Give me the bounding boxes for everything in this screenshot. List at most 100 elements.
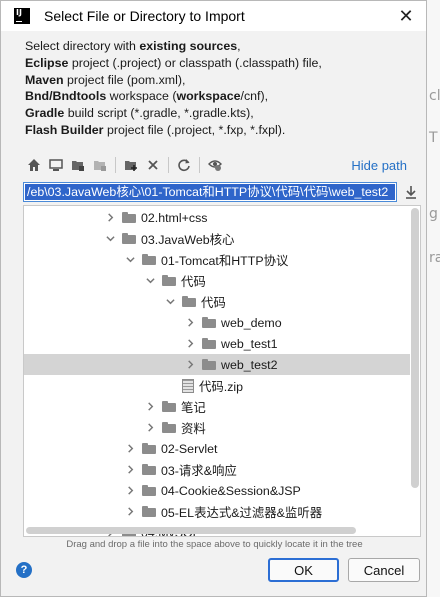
delete-button[interactable] — [142, 154, 164, 176]
background-window-strip: cl T g ra — [425, 0, 440, 597]
desc-line-1: Select directory with existing sources, — [25, 39, 241, 53]
folder-icon — [122, 233, 136, 244]
background-fragment: ra — [429, 250, 440, 266]
tree-row-label: web_demo — [221, 315, 282, 330]
chevron-right-icon[interactable] — [124, 443, 136, 455]
tree-row[interactable]: 02.html+css — [24, 207, 410, 228]
tree-row-label: web_test1 — [221, 336, 278, 351]
refresh-button[interactable] — [173, 154, 195, 176]
desktop-button[interactable] — [45, 154, 67, 176]
tree-row[interactable]: 资料 — [24, 417, 410, 438]
chevron-down-icon[interactable] — [104, 233, 116, 245]
delete-icon — [148, 160, 158, 170]
chevron-down-icon[interactable] — [164, 296, 176, 308]
background-fragment: cl — [429, 88, 440, 104]
path-row: /eb\03.JavaWeb核心\01-Tomcat和HTTP协议\代码\代码\… — [23, 181, 421, 203]
folder-icon — [202, 317, 216, 328]
folder-icon — [142, 485, 156, 496]
chevron-right-icon[interactable] — [124, 464, 136, 476]
dialog-title: Select File or Directory to Import — [44, 8, 245, 24]
folder-icon — [142, 254, 156, 265]
cancel-button[interactable]: Cancel — [348, 558, 420, 582]
toolbar-separator — [199, 157, 200, 173]
folder-icon — [142, 443, 156, 454]
close-button[interactable]: ✕ — [394, 5, 418, 27]
help-button[interactable]: ? — [16, 562, 32, 578]
tree-row[interactable]: 05-EL表达式&过滤器&监听器 — [24, 501, 410, 522]
folder-icon — [122, 212, 136, 223]
chevron-right-icon[interactable] — [104, 212, 116, 224]
tree-row[interactable]: 03-请求&响应 — [24, 459, 410, 480]
tree-row[interactable]: web_test2 — [24, 354, 410, 375]
tree-row-label: 笔记 — [181, 400, 206, 415]
folder-icon — [182, 296, 196, 307]
new-folder-icon — [125, 161, 137, 171]
tree-row[interactable]: web_demo — [24, 312, 410, 333]
module-folder-icon — [94, 161, 106, 171]
drag-drop-hint: Drag and drop a file into the space abov… — [66, 539, 363, 550]
tree-row[interactable]: 02-Servlet — [24, 438, 410, 459]
folder-icon — [142, 506, 156, 517]
home-icon — [28, 159, 40, 171]
tree-row-label: 02.html+css — [141, 210, 208, 225]
desc-line-3: Maven project file (pom.xml), — [25, 72, 186, 87]
background-fragment: g — [429, 206, 438, 222]
tree-row[interactable]: 03.JavaWeb核心 — [24, 228, 410, 249]
import-dialog: IJ Select File or Directory to Import ✕ … — [0, 0, 427, 597]
vertical-scrollbar[interactable] — [411, 208, 419, 488]
tree-row-label: 03.JavaWeb核心 — [141, 232, 235, 247]
ok-button[interactable]: OK — [268, 558, 339, 582]
download-path-button[interactable] — [401, 182, 421, 202]
chevron-down-icon[interactable] — [144, 275, 156, 287]
folder-icon — [202, 359, 216, 370]
tree-row[interactable]: 01-Tomcat和HTTP协议 — [24, 249, 410, 270]
project-folder-icon — [72, 161, 84, 171]
tree-row[interactable]: 代码.zip — [24, 375, 410, 396]
tree-row-label: 资料 — [181, 421, 206, 436]
show-hidden-icon — [208, 160, 222, 171]
tree-row[interactable]: web_test1 — [24, 333, 410, 354]
tree-row-label: 03-请求&响应 — [161, 463, 237, 478]
tree-row-label: 05-EL表达式&过滤器&监听器 — [161, 505, 323, 520]
horizontal-scrollbar[interactable] — [26, 527, 356, 534]
chevron-right-icon[interactable] — [124, 506, 136, 518]
chevron-right-icon[interactable] — [144, 401, 156, 413]
tree-row[interactable]: 笔记 — [24, 396, 410, 417]
home-button[interactable] — [23, 154, 45, 176]
refresh-icon — [178, 159, 190, 172]
tree-row[interactable]: 代码 — [24, 270, 410, 291]
background-fragment: T — [429, 130, 438, 146]
chevron-right-icon[interactable] — [184, 317, 196, 329]
module-folder-button[interactable] — [89, 154, 111, 176]
download-icon — [406, 186, 417, 199]
tree-row-label: 代码.zip — [199, 379, 244, 394]
file-tree[interactable]: 04.MySQL05-EL表达式&过滤器&监听器04-Cookie&Sessio… — [23, 205, 421, 537]
desc-line-2: Eclipse project (.project) or classpath … — [25, 55, 322, 70]
path-input-selected-text: /eb\03.JavaWeb核心\01-Tomcat和HTTP协议\代码\代码\… — [25, 184, 396, 200]
tree-row-label: 01-Tomcat和HTTP协议 — [161, 253, 289, 268]
folder-icon — [162, 275, 176, 286]
toolbar-separator — [168, 157, 169, 173]
new-folder-button[interactable] — [120, 154, 142, 176]
folder-icon — [162, 422, 176, 433]
tree-row-label: 04-Cookie&Session&JSP — [161, 483, 301, 498]
chevron-down-icon[interactable] — [124, 254, 136, 266]
tree-row-label: 代码 — [181, 274, 206, 289]
desc-line-4: Bnd/Bndtools workspace (workspace/cnf), — [25, 89, 269, 104]
chevron-right-icon[interactable] — [184, 359, 196, 371]
chevron-right-icon[interactable] — [144, 422, 156, 434]
desc-line-6: Flash Builder project file (.project, *.… — [25, 122, 286, 137]
chevron-right-icon[interactable] — [184, 338, 196, 350]
chevron-right-icon[interactable] — [124, 485, 136, 497]
project-folder-button[interactable] — [67, 154, 89, 176]
path-input[interactable]: /eb\03.JavaWeb核心\01-Tomcat和HTTP协议\代码\代码\… — [23, 182, 398, 202]
folder-icon — [162, 401, 176, 412]
tree-row[interactable]: 代码 — [24, 291, 410, 312]
tree-row[interactable]: 04-Cookie&Session&JSP — [24, 480, 410, 501]
show-hidden-button[interactable] — [204, 154, 226, 176]
toolbar-separator — [115, 157, 116, 173]
hide-path-link[interactable]: Hide path — [351, 158, 407, 173]
intellij-app-icon: IJ — [14, 8, 30, 24]
desc-line-5: Gradle build script (*.gradle, *.gradle.… — [25, 106, 254, 121]
